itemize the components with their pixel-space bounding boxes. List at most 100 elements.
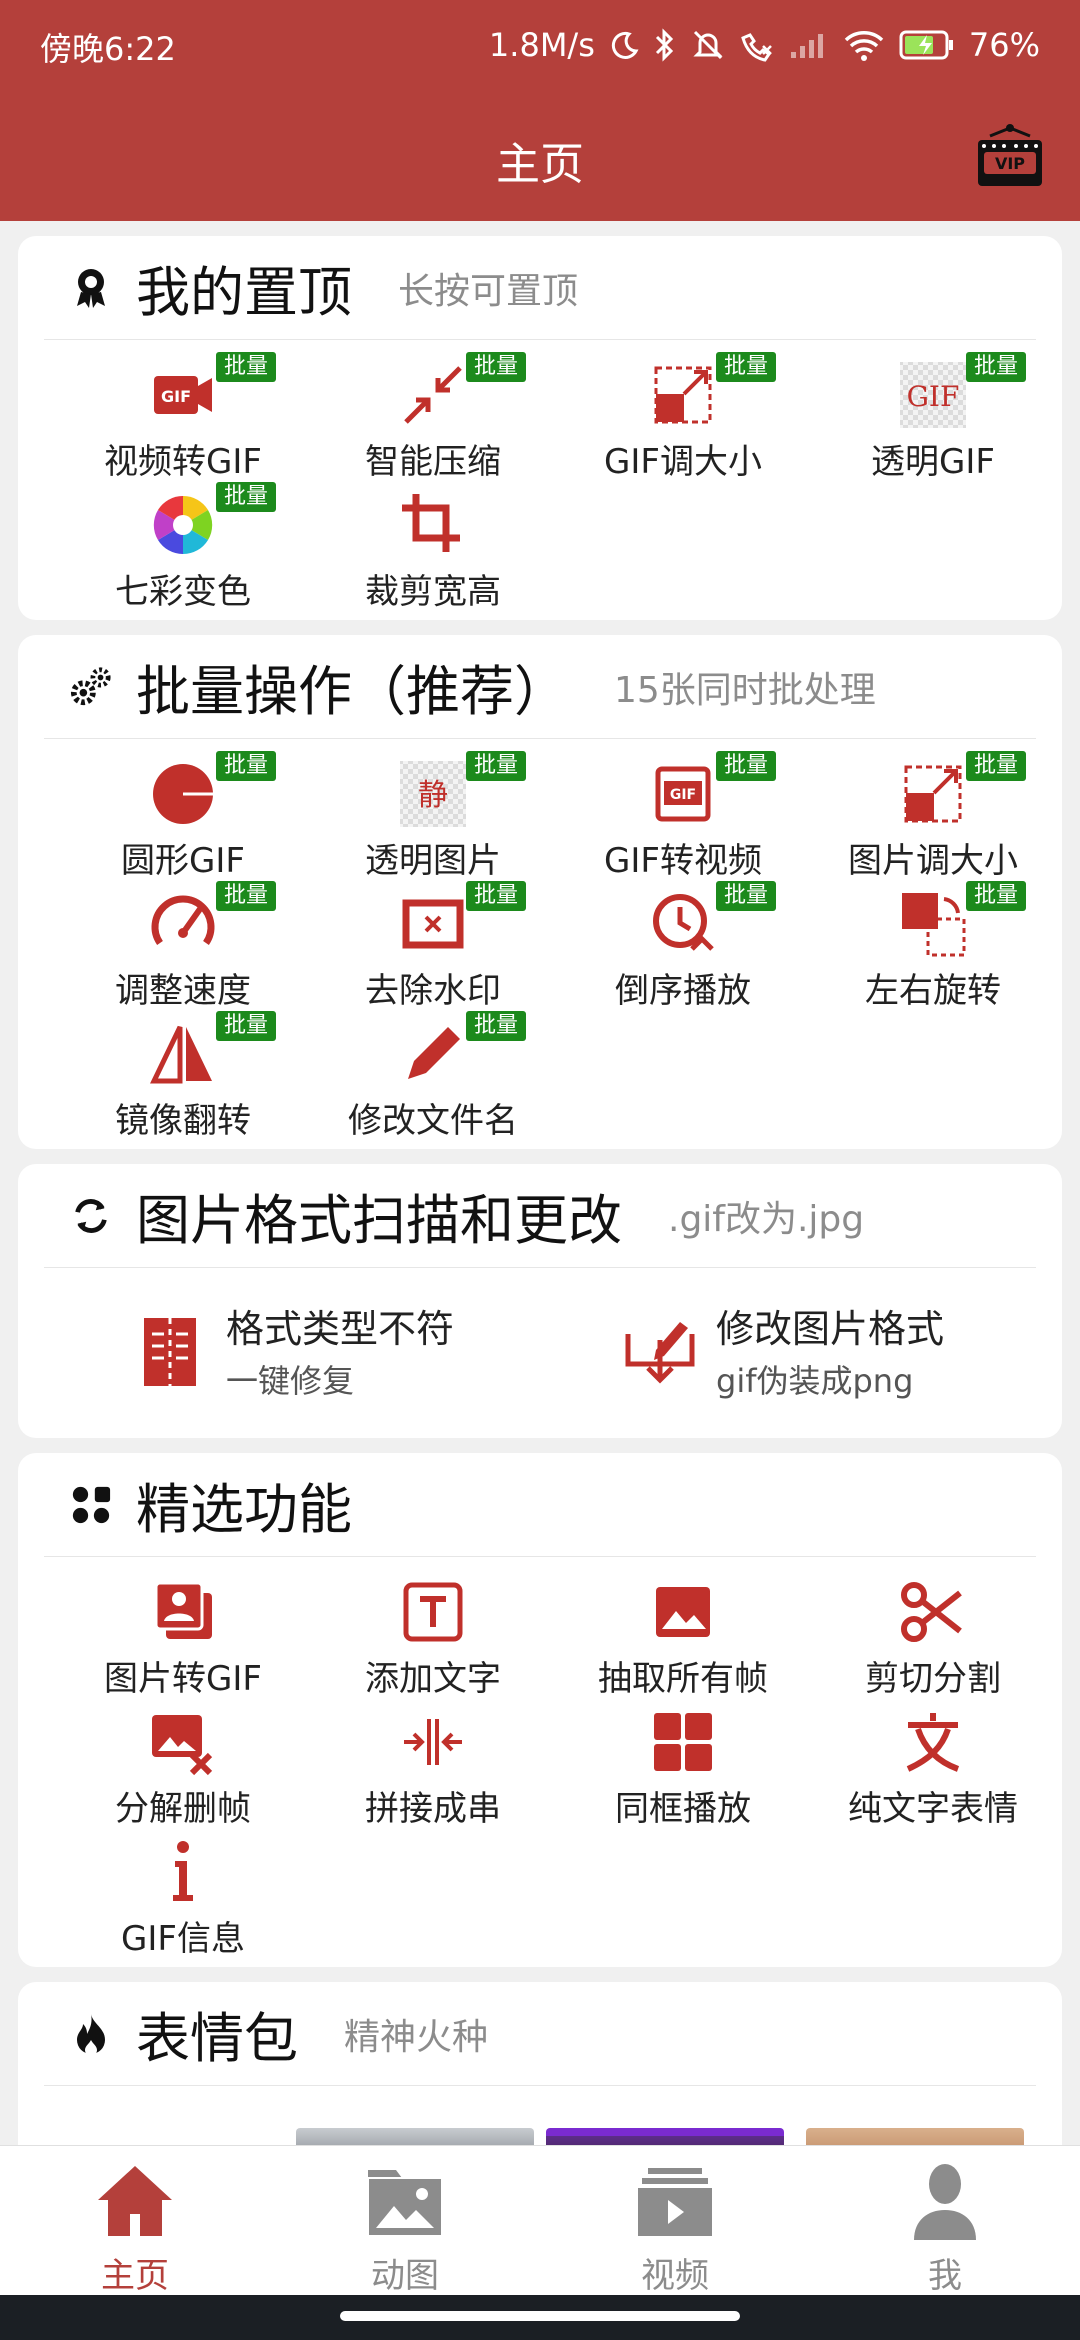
tool-transparent-gif[interactable]: GIF 批量 透明GIF (808, 352, 1058, 482)
meme-thumbnail[interactable] (806, 2128, 1024, 2145)
award-icon (70, 267, 112, 309)
remove-watermark-icon (398, 889, 468, 959)
tool-same-frame[interactable]: 同框播放 (558, 1699, 808, 1829)
nav-videos[interactable]: 视频 (540, 2146, 810, 2296)
meme-thumbnail[interactable] (296, 2128, 534, 2145)
memes-card: 表情包 精神火种 (18, 1982, 1062, 2145)
tool-delete-frames[interactable]: 分解删帧 (58, 1699, 308, 1829)
info-icon (148, 1837, 218, 1907)
vip-icon[interactable]: VIP (972, 120, 1048, 196)
featured-title: 精选功能 (136, 1478, 352, 1541)
tool-gif-info[interactable]: GIF信息 (58, 1829, 308, 1959)
batch-title: 批量操作（推荐） (136, 660, 568, 723)
tool-gif-resize[interactable]: 批量 GIF调大小 (558, 352, 808, 482)
join-icon (398, 1707, 468, 1777)
pinned-title: 我的置顶 (136, 261, 352, 324)
batch-badge: 批量 (216, 1011, 277, 1041)
tool-remove-watermark[interactable]: 批量 去除水印 (308, 881, 558, 1011)
transparent-gif-icon: GIF (898, 360, 968, 430)
change-format-item[interactable]: 修改图片格式 gif伪装成png (620, 1290, 1040, 1410)
bottom-nav: 主页 动图 视频 我 (0, 2145, 1080, 2296)
archive-icon (130, 1310, 210, 1390)
tool-label: 拼接成串 (365, 1789, 501, 1829)
featured-card: 精选功能 图片转GIF 添加文字 抽取所有帧 剪切分割 分解删帧 拼接成串 同框… (18, 1453, 1062, 1967)
image-resize-icon (898, 759, 968, 829)
nav-label: 动图 (371, 2256, 439, 2296)
tool-speed[interactable]: 批量 调整速度 (58, 881, 308, 1011)
tool-gif-to-video[interactable]: GIF 批量 GIF转视频 (558, 751, 808, 881)
tool-label: 图片调大小 (848, 841, 1018, 881)
batch-badge: 批量 (466, 352, 527, 382)
network-speed: 1.8M/s (488, 26, 595, 64)
scan-subtitle: .gif改为.jpg (668, 1198, 865, 1240)
change-format-title: 修改图片格式 (716, 1307, 945, 1351)
batch-badge: 批量 (216, 482, 277, 512)
nav-label: 主页 (101, 2256, 169, 2296)
tool-label: 七彩变色 (115, 572, 251, 612)
gif-to-video-icon: GIF (648, 759, 718, 829)
tool-image-to-gif[interactable]: 图片转GIF (58, 1569, 308, 1699)
tool-label: 视频转GIF (104, 442, 262, 482)
tool-color-change[interactable]: 批量 七彩变色 (58, 482, 308, 612)
tool-rotate[interactable]: 批量 左右旋转 (808, 881, 1058, 1011)
pinned-card: 我的置顶 长按可置顶 GIF 批量 视频转GIF 批量 智能压缩 批量 GIF调… (18, 236, 1062, 620)
svg-text:静: 静 (418, 778, 448, 813)
tool-label: GIF转视频 (604, 841, 762, 881)
fix-format-title: 格式类型不符 (226, 1307, 455, 1351)
fix-format-item[interactable]: 格式类型不符 一键修复 (130, 1290, 550, 1410)
main-content[interactable]: 我的置顶 长按可置顶 GIF 批量 视频转GIF 批量 智能压缩 批量 GIF调… (0, 221, 1080, 2145)
tool-smart-compress[interactable]: 批量 智能压缩 (308, 352, 558, 482)
tool-circle-gif[interactable]: 批量 圆形GIF (58, 751, 308, 881)
circle-gif-icon (148, 759, 218, 829)
tool-label: 图片转GIF (104, 1659, 262, 1699)
nav-home[interactable]: 主页 (0, 2146, 270, 2296)
tool-cut-split[interactable]: 剪切分割 (808, 1569, 1058, 1699)
nav-gifs[interactable]: 动图 (270, 2146, 540, 2296)
video-icon (634, 2160, 716, 2242)
nav-label: 视频 (641, 2256, 709, 2296)
batch-badge: 批量 (216, 751, 277, 781)
flame-icon (70, 2013, 112, 2056)
tool-add-text[interactable]: 添加文字 (308, 1569, 558, 1699)
tool-video-to-gif[interactable]: GIF 批量 视频转GIF (58, 352, 308, 482)
meme-thumbnail[interactable] (546, 2128, 784, 2145)
svg-text:GIF: GIF (907, 380, 960, 413)
batch-badge: 批量 (216, 352, 277, 382)
image-icon (648, 1577, 718, 1647)
tool-join[interactable]: 拼接成串 (308, 1699, 558, 1829)
svg-text:GIF: GIF (670, 787, 696, 803)
mirror-icon (148, 1019, 218, 1089)
tool-extract-frames[interactable]: 抽取所有帧 (558, 1569, 808, 1699)
tool-reverse[interactable]: 批量 倒序播放 (558, 881, 808, 1011)
speed-icon (148, 889, 218, 959)
top-app-bar: 傍晚6:22 1.8M/s 76% 主页 VIP (0, 0, 1080, 221)
status-icons: 1.8M/s 76% (489, 22, 1040, 68)
featured-header: 精选功能 (44, 1453, 1036, 1557)
grid-icon (648, 1707, 718, 1777)
batch-badge: 批量 (716, 751, 777, 781)
batch-badge: 批量 (216, 881, 277, 911)
batch-badge: 批量 (466, 751, 527, 781)
tool-transparent-image[interactable]: 静 批量 透明图片 (308, 751, 558, 881)
tool-label: 修改文件名 (348, 1101, 518, 1141)
scan-card: 图片格式扫描和更改 .gif改为.jpg 格式类型不符 一键修复 修改图片格式 … (18, 1164, 1062, 1438)
tool-label: 添加文字 (365, 1659, 501, 1699)
batch-badge: 批量 (966, 751, 1027, 781)
nav-me[interactable]: 我 (810, 2146, 1080, 2296)
tool-label: 智能压缩 (365, 442, 501, 482)
text-char-icon (898, 1707, 968, 1777)
image-delete-icon (148, 1707, 218, 1777)
moon-icon (611, 31, 639, 59)
batch-badge: 批量 (716, 881, 777, 911)
status-time: 傍晚6:22 (40, 30, 176, 68)
tool-crop[interactable]: 裁剪宽高 (308, 482, 558, 612)
tool-image-resize[interactable]: 批量 图片调大小 (808, 751, 1058, 881)
edit-download-icon (620, 1310, 700, 1390)
tool-rename[interactable]: 批量 修改文件名 (308, 1011, 558, 1141)
home-gesture-handle[interactable] (340, 2311, 740, 2321)
memes-header: 表情包 精神火种 (44, 1982, 1036, 2086)
tool-text-emoji[interactable]: 纯文字表情 (808, 1699, 1058, 1829)
tool-mirror[interactable]: 批量 镜像翻转 (58, 1011, 308, 1141)
memes-subtitle: 精神火种 (344, 2016, 489, 2058)
scissors-icon (898, 1577, 968, 1647)
